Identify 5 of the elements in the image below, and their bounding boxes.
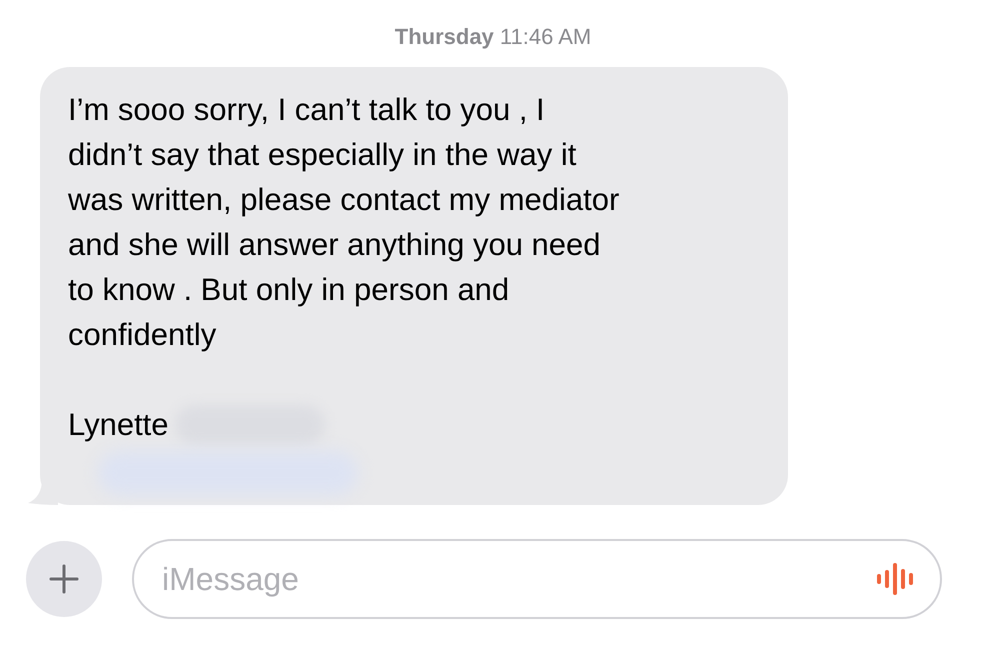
signature-text: Lynette bbox=[68, 406, 169, 444]
message-input-field[interactable]: iMessage bbox=[132, 539, 942, 619]
timestamp: Thursday 11:46 AM bbox=[394, 23, 592, 51]
plus-icon bbox=[49, 564, 79, 594]
message-text: I’m sooo sorry, I can’t talk to you , I didn’t say that especially in the way it was written, please contact my mediator and she will answer anything you need to know . But only in person and confidently bbox=[68, 91, 620, 354]
